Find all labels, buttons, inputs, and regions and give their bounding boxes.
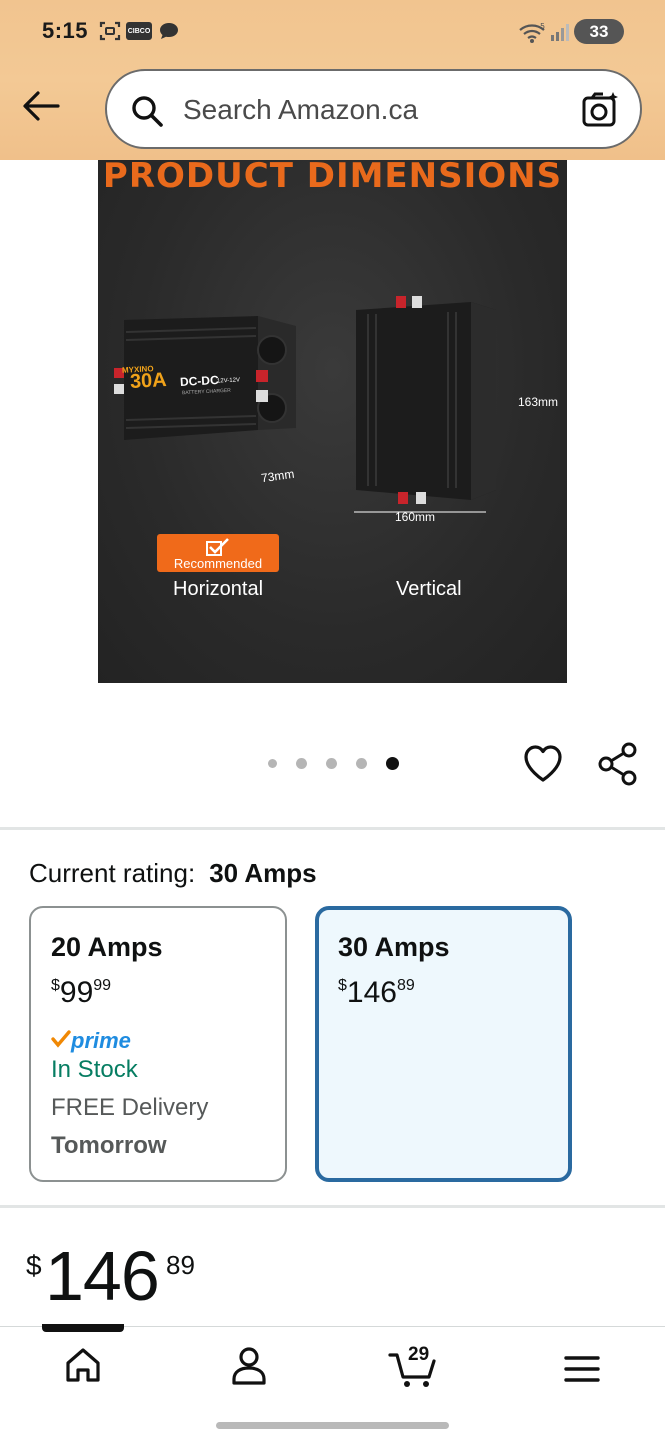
variant-price-whole: 146 [346,976,397,1009]
search-icon[interactable] [129,93,165,129]
variation-label-text: Current rating: [29,858,196,888]
dim-depth-label: 73mm [260,466,296,486]
cibc-icon: CIBCO [126,22,152,40]
carousel-dot[interactable] [326,758,337,769]
svg-text:5: 5 [540,22,545,31]
camera-lens-icon[interactable] [580,89,622,131]
carousel-dot[interactable] [296,758,307,769]
recommended-label: Recommended [173,556,263,571]
heart-icon[interactable] [522,744,564,784]
variant-price-fraction: 99 [93,977,112,994]
battery-icon: 33 [574,19,624,44]
back-arrow-icon[interactable] [20,86,64,126]
menu-icon[interactable] [564,1355,600,1383]
unit-amps-label: 30A [129,369,168,393]
product-image-title: PRODUCT DIMENSIONS [102,160,563,196]
header-bar: 5:15 CIBCO 5 33 [0,0,665,160]
price-currency: $ [26,1250,42,1281]
variant-name: 20 Amps [51,932,163,962]
variant-name: 30 Amps [338,932,450,962]
unit-sub-label: 12V-12V [216,377,241,385]
product-image[interactable]: PRODUCT DIMENSIONS MYXINO 30A DC-DC 12V-… [98,160,567,683]
recommended-badge: Recommended [157,534,279,572]
variant-price: $14689 [338,976,415,1010]
dim-width-label: 160mm [395,510,436,524]
variation-selected-value: 30 Amps [209,858,317,888]
prime-label: prime [71,1028,131,1053]
nav-active-indicator [42,1324,124,1332]
search-bar[interactable] [105,69,642,149]
carousel-dot[interactable] [356,758,367,769]
cart-count: 29 [408,1344,430,1365]
screenshot-icon [99,21,121,41]
section-divider [0,827,665,830]
chat-bubble-icon [160,23,178,39]
checkmark-icon [206,538,229,556]
carousel-dot-active[interactable] [386,757,399,770]
account-icon[interactable] [230,1345,268,1385]
variant-price-whole: 99 [59,976,94,1009]
price-whole: 146 [45,1237,160,1315]
orientation-vertical: Vertical [396,578,462,600]
variation-label: Current rating: 30 Amps [29,858,317,889]
price-fraction: 89 [166,1250,195,1280]
variant-price-currency: $ [51,977,60,994]
stock-status: In Stock [51,1056,138,1083]
share-icon[interactable] [597,742,639,786]
dim-height-label: 163mm [518,395,559,409]
search-input[interactable] [183,89,563,131]
carousel-dots[interactable] [268,757,399,770]
variant-option-20-amps[interactable]: 20 Amps $9999 prime In Stock FREE Delive… [29,906,287,1182]
orientation-horizontal: Horizontal [173,578,264,600]
status-time: 5:15 [42,18,89,43]
prime-check-icon [51,1030,71,1048]
unit-type-label: DC-DC [179,372,220,390]
wifi-icon: 5 [519,22,545,43]
variant-price: $9999 [51,976,111,1010]
section-divider [0,1205,665,1208]
variant-price-currency: $ [338,977,347,994]
status-bar: 5:15 CIBCO 5 33 [0,0,665,62]
home-icon[interactable] [64,1345,102,1385]
delivery-day: Tomorrow [51,1132,167,1159]
variant-option-30-amps[interactable]: 30 Amps $14689 [315,906,572,1182]
variant-price-fraction: 89 [396,977,415,994]
signal-icon [551,24,569,41]
gesture-home-bar[interactable] [216,1422,449,1429]
carousel-dot[interactable] [268,759,277,768]
prime-badge: prime [51,1028,131,1054]
delivery-info: FREE Delivery [51,1094,209,1121]
charger-vertical-image [354,296,496,513]
